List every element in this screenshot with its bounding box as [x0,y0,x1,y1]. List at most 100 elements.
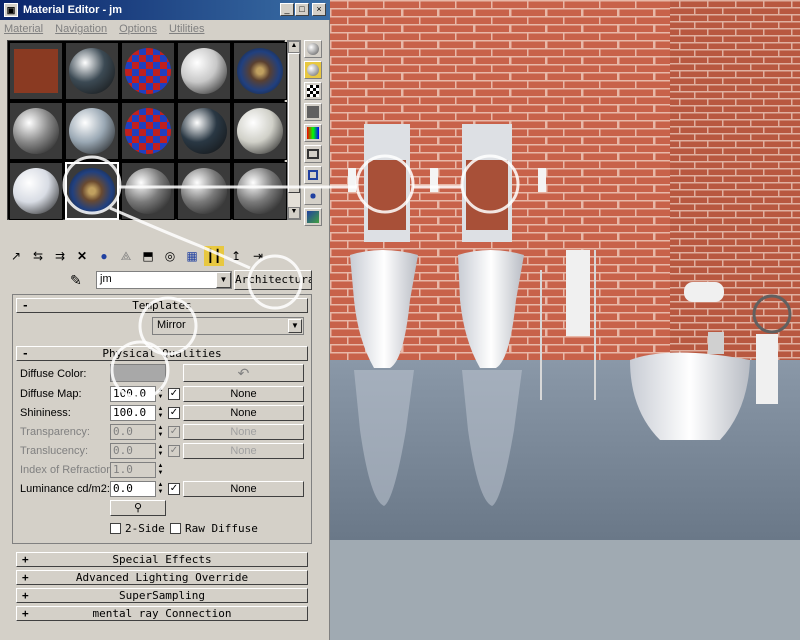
param-label: Transparency: [20,426,90,438]
rollout-label: mental ray Connection [92,607,232,620]
scroll-up-icon[interactable]: ▲ [288,41,300,53]
param-label: Translucency: [20,445,89,457]
assign-material-icon[interactable]: ⇉ [50,246,70,266]
material-id-icon[interactable]: ◎ [160,246,180,266]
background-checker-icon[interactable] [304,82,322,100]
map-slot-button[interactable]: None [183,424,304,440]
make-copy-icon[interactable]: ● [94,246,114,266]
material-slot[interactable] [121,162,175,220]
material-type-button[interactable]: Architectural [234,270,312,290]
render-canvas [330,0,800,540]
material-slot[interactable] [9,102,63,160]
sample-uv-tiling-icon[interactable] [304,103,322,121]
material-slot[interactable] [121,42,175,100]
options-icon[interactable] [304,166,322,184]
rollout-templates[interactable]: - Templates [16,298,308,313]
spinner-arrows-icon[interactable]: ▲ ▼ [156,463,165,479]
rollout-supersampling[interactable]: + SuperSampling [16,588,308,603]
param-spinner-input[interactable]: 100.0 [110,386,156,402]
material-slot[interactable] [177,102,231,160]
material-sphere-preview [125,168,171,214]
spinner-arrows-icon[interactable]: ▲ ▼ [156,425,165,441]
map-slot-button[interactable]: None [183,386,304,402]
select-by-material-icon[interactable] [304,187,322,205]
spinner-arrows-icon[interactable]: ▲ ▼ [156,444,165,460]
make-preview-icon[interactable] [304,145,322,163]
spinner-arrows-icon[interactable]: ▲ ▼ [156,482,165,498]
map-enable-checkbox[interactable]: ✓ [168,407,180,419]
render-background [330,540,800,640]
param-spinner-input[interactable]: 0.0 [110,481,156,497]
go-to-parent-icon[interactable]: ↥ [226,246,246,266]
map-enable-checkbox[interactable]: ✓ [168,388,180,400]
material-slot[interactable] [65,102,119,160]
map-slot-button[interactable]: None [183,481,304,497]
slots-scrollbar[interactable]: ▲ ▼ [287,40,301,220]
chevron-down-icon[interactable]: ▼ [288,319,302,333]
menu-options[interactable]: Options [119,23,157,35]
put-to-library-icon[interactable]: ⬒ [138,246,158,266]
material-slot[interactable] [9,162,63,220]
material-slot[interactable] [233,42,287,100]
scroll-down-icon[interactable]: ▼ [288,207,300,219]
go-forward-sibling-icon[interactable]: ⇥ [248,246,268,266]
material-sphere-preview [125,48,171,94]
map-slot-button[interactable]: None [183,443,304,459]
material-slot[interactable] [233,102,287,160]
material-name-input[interactable]: jm [96,271,232,289]
map-enable-checkbox[interactable]: ✓ [168,426,180,438]
material-slot[interactable] [177,42,231,100]
param-spinner-input[interactable]: 0.0 [110,443,156,459]
show-end-result-icon[interactable]: ┃┃ [204,246,224,266]
param-spinner-input[interactable]: 0.0 [110,424,156,440]
menu-material[interactable]: Material [4,23,43,35]
maximize-button[interactable]: □ [295,3,309,16]
raw-diffuse-checkbox[interactable]: Raw Diffuse [170,521,258,535]
rollout-advanced-lighting[interactable]: + Advanced Lighting Override [16,570,308,585]
two-side-checkbox[interactable]: 2-Side [110,521,165,535]
checkbox-box[interactable] [170,522,181,534]
close-button[interactable]: × [312,3,326,16]
spinner-arrows-icon[interactable]: ▲ ▼ [156,387,165,403]
pick-material-icon[interactable]: ✎ [70,272,82,289]
material-slot[interactable] [233,162,287,220]
show-map-in-viewport-icon[interactable]: ▦ [182,246,202,266]
undo-icon[interactable]: ↶ [183,364,304,382]
material-map-navigator-icon[interactable] [304,208,322,226]
material-slot[interactable] [121,102,175,160]
two-side-label: 2-Side [125,521,165,535]
backlight-icon[interactable] [304,61,322,79]
make-unique-icon[interactable]: ⟁ [116,246,136,266]
template-select[interactable]: Mirror ▼ [152,317,304,335]
material-slot[interactable] [9,42,63,100]
sample-slots-grid [7,40,287,220]
scroll-thumb[interactable] [288,53,300,193]
material-slot[interactable] [177,162,231,220]
diffuse-color-swatch[interactable] [110,364,166,382]
name-dropdown-icon[interactable]: ▼ [216,272,231,288]
minimize-button[interactable]: _ [280,3,294,16]
rollout-sign: - [22,299,29,312]
rollout-mental-ray[interactable]: + mental ray Connection [16,606,308,621]
material-sphere-preview [69,108,115,154]
material-slot[interactable] [65,162,119,220]
checkbox-box[interactable] [110,522,121,534]
param-spinner-input[interactable]: 100.0 [110,405,156,421]
luminance-pick-button[interactable]: ⚲ [110,500,166,516]
param-spinner-input[interactable]: 1.0 [110,462,156,478]
material-sphere-preview [13,108,59,154]
map-enable-checkbox[interactable]: ✓ [168,445,180,457]
get-material-icon[interactable]: ↗ [6,246,26,266]
map-enable-checkbox[interactable]: ✓ [168,483,180,495]
video-color-check-icon[interactable] [304,124,322,142]
sample-type-sphere-icon[interactable] [304,40,322,58]
put-to-scene-icon[interactable]: ⇆ [28,246,48,266]
reset-map-icon[interactable]: ✕ [72,246,92,266]
menu-navigation[interactable]: Navigation [55,23,107,35]
rollout-special-effects[interactable]: + Special Effects [16,552,308,567]
menu-utilities[interactable]: Utilities [169,23,204,35]
map-slot-button[interactable]: None [183,405,304,421]
rollout-physical-qualities[interactable]: - Physical Qualities [16,346,308,361]
material-slot[interactable] [65,42,119,100]
spinner-arrows-icon[interactable]: ▲ ▼ [156,406,165,422]
